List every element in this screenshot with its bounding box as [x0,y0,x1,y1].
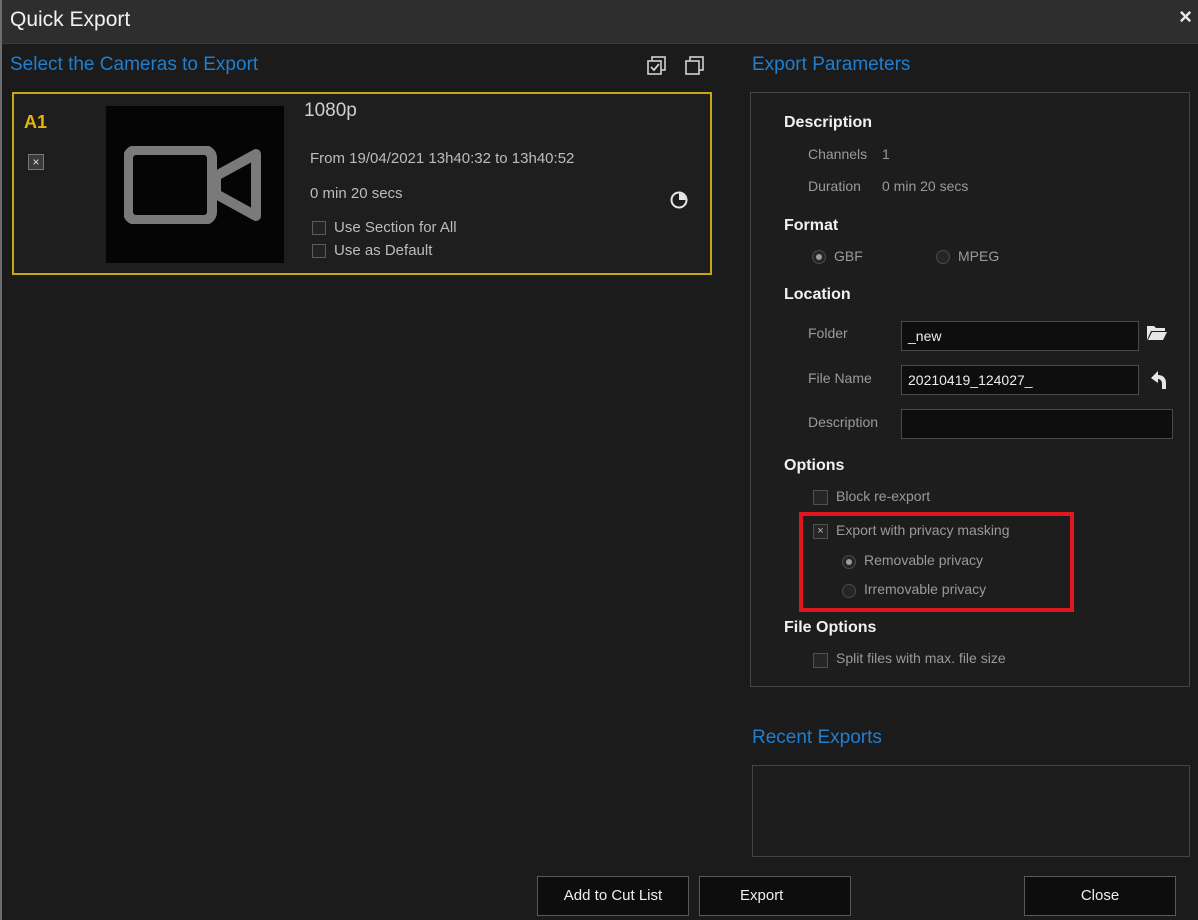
options-heading: Options [784,457,845,474]
duration-label: Duration [808,178,861,194]
channels-label: Channels [808,146,868,162]
quick-export-window: Quick Export × Select the Cameras to Exp… [0,0,1198,920]
use-section-label: Use Section for All [334,219,457,236]
privacy-highlight-box [799,512,1074,612]
folder-open-icon[interactable] [1146,323,1168,343]
recent-exports-list[interactable] [752,765,1190,857]
undo-icon[interactable] [1147,369,1169,391]
title-bar: Quick Export × [2,0,1198,44]
filename-field[interactable]: 20210419_124027_ [901,365,1139,395]
window-title: Quick Export [10,8,131,31]
camera-time-range: From 19/04/2021 13h40:32 to 13h40:52 [310,150,575,167]
channels-value: 1 [882,146,890,162]
uncheck-all-icon[interactable] [685,56,705,76]
use-section-checkbox[interactable] [312,221,326,235]
window-close-button[interactable]: × [1179,4,1192,30]
description-label: Description [808,414,879,430]
format-mpeg-radio[interactable] [936,250,950,264]
check-all-icon[interactable] [647,56,667,76]
file-options-heading: File Options [784,619,877,636]
params-section-title: Export Parameters [752,54,911,75]
split-files-label: Split files with max. file size [836,650,1006,666]
use-default-checkbox[interactable] [312,244,326,258]
split-files-checkbox[interactable] [813,653,828,668]
use-default-label: Use as Default [334,242,433,259]
folder-field[interactable]: _new [901,321,1139,351]
format-heading: Format [784,217,839,234]
close-button[interactable]: Close [1024,876,1176,916]
camera-id: A1 [24,112,48,132]
cameras-section-title: Select the Cameras to Export [10,54,259,75]
camera-resolution: 1080p [304,100,357,121]
format-gbf-radio[interactable] [812,250,826,264]
camera-duration: 0 min 20 secs [310,185,403,202]
camera-card[interactable]: A1 × 1080p From 19/04/2021 13h40:32 to 1… [12,92,712,275]
camera-thumbnail [106,106,284,263]
description-field[interactable] [901,409,1173,439]
recent-exports-title: Recent Exports [752,727,882,748]
format-gbf-label: GBF [834,248,863,264]
filename-label: File Name [808,370,872,386]
camera-checkbox[interactable]: × [28,154,44,170]
location-heading: Location [784,286,851,303]
add-to-cut-list-button[interactable]: Add to Cut List [537,876,689,916]
block-reexport-label: Block re-export [836,488,931,504]
video-camera-icon [124,146,261,224]
description-heading: Description [784,114,873,131]
format-mpeg-label: MPEG [958,248,1000,264]
export-button[interactable]: Export [699,876,851,916]
clock-icon[interactable] [670,191,688,209]
folder-label: Folder [808,325,848,341]
block-reexport-checkbox[interactable] [813,490,828,505]
duration-value: 0 min 20 secs [882,178,969,194]
